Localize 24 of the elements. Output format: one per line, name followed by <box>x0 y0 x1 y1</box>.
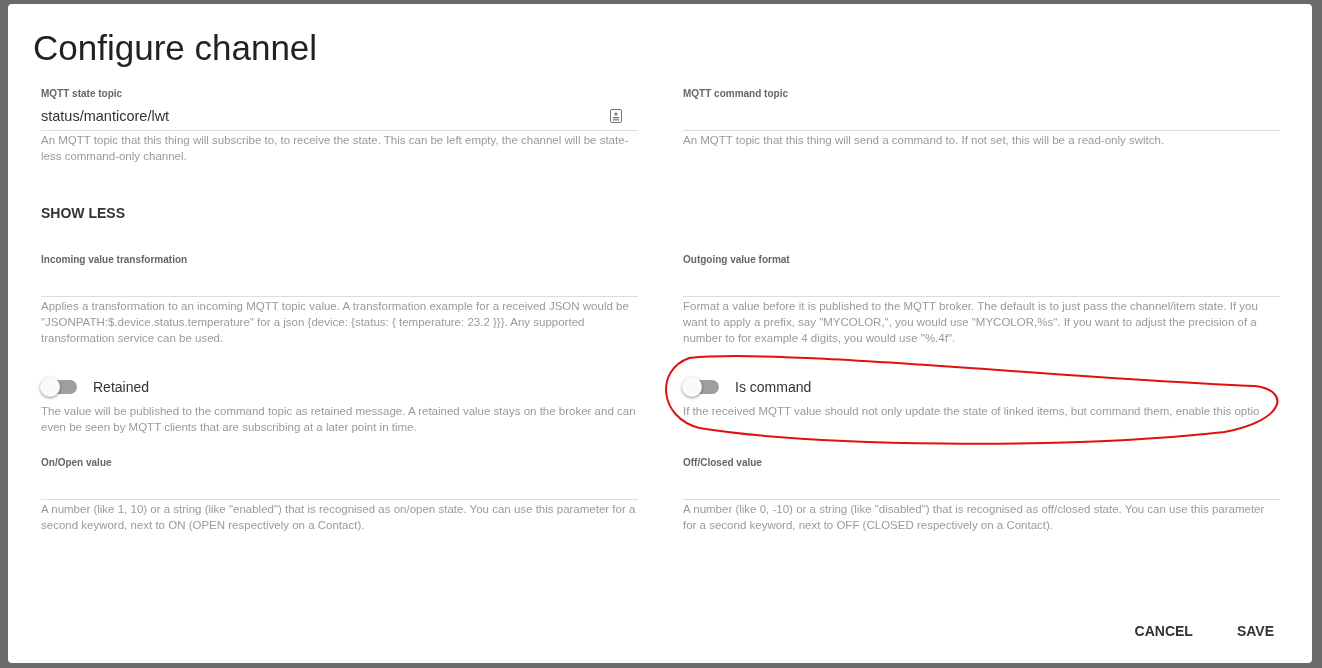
field-label: Incoming value transformation <box>41 253 189 267</box>
toggle-switch[interactable] <box>43 380 77 394</box>
help-text: The value will be published to the command topic as retained message. A retained value stays on the broker and can even be seen by MQTT clients that are subscribing at a later point in time. <box>41 404 637 435</box>
switch-label: Retained <box>93 379 150 395</box>
field-label: Outgoing value format <box>683 253 791 267</box>
help-text: Format a value before it is published to the MQTT broker. The default is to just pass the channel/item state. If you want to apply a prefix, say "MYCOLOR,", you would use "MYCOLOR,%s". If you want to adjust the precision of a number to for example 4 digits, you would use "%.4f". <box>683 299 1259 346</box>
switch-label: Is command <box>735 379 812 395</box>
help-text: An MQTT topic that this thing will subscribe to, to receive the state. This can be left empty, the channel will be state-less command-only channel. <box>41 133 630 164</box>
field-label: MQTT command topic <box>683 87 789 101</box>
show-less-link[interactable]: SHOW LESS <box>41 205 125 221</box>
toggle-switch[interactable] <box>685 380 719 394</box>
help-text: If the received MQTT value should not only update the state of linked items, but command them, enable this optio <box>683 404 1261 419</box>
dialog-button[interactable]: CANCEL <box>1126 615 1201 647</box>
dialog-title: Configure channel <box>33 27 319 69</box>
help-text: A number (like 1, 10) or a string (like "enabled") that is recognised as on/open state. You can use this parameter for a second keyword, next to ON (OPEN respectively on a Contact). <box>41 502 637 533</box>
contact-card-icon[interactable] <box>610 108 622 123</box>
field-label: Off/Closed value <box>683 456 763 470</box>
text-field[interactable]: status/manticore/lwt <box>41 101 638 131</box>
field-label: On/Open value <box>41 456 113 470</box>
help-text: An MQTT topic that this thing will send a command to. If not set, this will be a read-only switch. <box>683 133 1166 148</box>
help-text: Applies a transformation to an incoming MQTT topic value. A transformation example for a received JSON would be "JSONPATH:$.device.status.temperature" for a json {device: {status: { temperature: 23.2 }}}. Any supported transformation service can be used. <box>41 299 630 346</box>
field-label: MQTT state topic <box>41 87 124 101</box>
help-text: A number (like 0, -10) or a string (like "disabled") that is recognised as off/closed state. You can use this parameter for a second keyword, next to OFF (CLOSED respectively on a Contact). <box>683 502 1266 533</box>
dialog-button[interactable]: SAVE <box>1228 615 1282 647</box>
